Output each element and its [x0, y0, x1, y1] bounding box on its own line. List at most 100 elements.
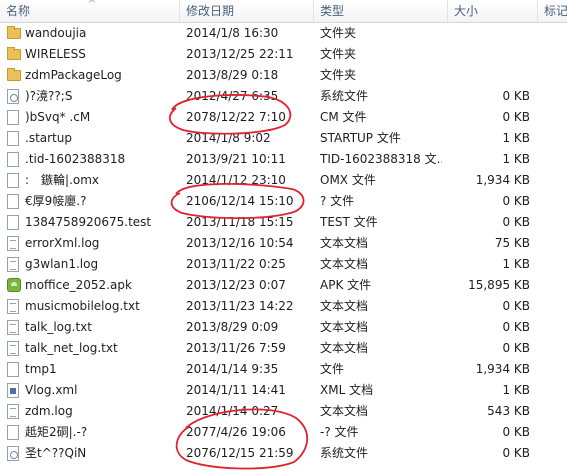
apk-icon — [7, 278, 21, 292]
file-icon-cell — [7, 422, 21, 443]
file-row[interactable]: )?滰??;S 2012/4/27 6:35 系统文件 0 KB — [0, 86, 567, 107]
column-header-size[interactable]: 大小 — [448, 0, 538, 22]
column-header-type[interactable]: 类型 — [314, 0, 448, 22]
file-row[interactable]: .tid-1602388318 2013/9/21 10:11 TID-160238… — [0, 149, 567, 170]
file-size: 0 KB — [502, 215, 530, 229]
file-name: moffice_2052.apk — [25, 278, 132, 292]
file-row[interactable]: €厚9帹廮.? 2106/12/14 15:10 ? 文件 0 KB — [0, 191, 567, 212]
file-size: 1,934 KB — [475, 362, 530, 376]
file-size: 0 KB — [502, 425, 530, 439]
document-icon — [7, 236, 19, 251]
file-date: 2076/12/15 21:59 — [186, 446, 294, 460]
file-icon — [7, 131, 19, 146]
file-icon-cell — [7, 107, 21, 128]
file-icon-cell — [7, 212, 21, 233]
column-header-name-label: 名称 — [6, 4, 31, 18]
file-row[interactable]: 1384758920675.test 2013/11/18 15:15 TEST 文… — [0, 212, 567, 233]
file-row[interactable]: tmp1 2014/1/14 9:35 文件 1,934 KB — [0, 359, 567, 380]
file-type: 文件夹 — [320, 26, 357, 40]
column-header-date-label: 修改日期 — [186, 4, 235, 18]
folder-icon — [7, 47, 21, 60]
file-row[interactable]: talk_net_log.txt 2013/11/26 7:59 文本文档 0 KB — [0, 338, 567, 359]
file-row[interactable]: 赿矩2硐|.-? 2077/4/26 19:06 -? 文件 0 KB — [0, 422, 567, 443]
file-date: 2077/4/26 19:06 — [186, 425, 286, 439]
file-size: 0 KB — [502, 299, 530, 313]
file-icon-cell — [7, 65, 21, 86]
file-row[interactable]: )bSvq* .cM 2078/12/22 7:10 CM 文件 0 KB — [0, 107, 567, 128]
file-icon-cell — [7, 86, 21, 107]
file-date: 2013/11/18 15:15 — [186, 215, 294, 229]
file-size: 1 KB — [502, 257, 530, 271]
file-icon — [7, 362, 19, 377]
file-icon-cell — [7, 191, 21, 212]
file-size: 1,934 KB — [475, 173, 530, 187]
file-name: musicmobilelog.txt — [25, 299, 140, 313]
file-type: STARTUP 文件 — [320, 131, 401, 145]
file-icon-cell — [7, 275, 21, 296]
file-date: 2106/12/14 15:10 — [186, 194, 294, 208]
document-icon — [7, 404, 19, 419]
file-row[interactable]: .startup 2014/1/8 9:02 STARTUP 文件 1 KB — [0, 128, 567, 149]
file-type: 文件 — [320, 362, 345, 376]
file-date: 2014/1/14 0:27 — [186, 404, 279, 418]
file-type: ? 文件 — [320, 194, 355, 208]
file-date: 2014/1/8 9:02 — [186, 131, 271, 145]
system-file-icon — [7, 89, 19, 104]
file-row[interactable]: WIRELESS 2013/12/25 22:11 文件夹 — [0, 44, 567, 65]
column-header-date[interactable]: 修改日期 — [180, 0, 314, 22]
file-icon-cell — [7, 170, 21, 191]
file-type: 系统文件 — [320, 446, 369, 460]
file-type: APK 文件 — [320, 278, 372, 292]
file-row[interactable]: g3wlan1.log 2013/11/22 0:25 文本文档 1 KB — [0, 254, 567, 275]
file-size: 543 KB — [487, 404, 530, 418]
file-name: errorXml.log — [25, 236, 100, 250]
file-name: tmp1 — [25, 362, 57, 376]
system-file-icon — [7, 446, 19, 461]
file-icon-cell — [7, 128, 21, 149]
file-size: 0 KB — [502, 341, 530, 355]
file-row[interactable]: zdm.log 2014/1/14 0:27 文本文档 543 KB — [0, 401, 567, 422]
document-icon — [7, 341, 19, 356]
file-row[interactable]: wandoujia 2014/1/8 16:30 文件夹 — [0, 23, 567, 44]
file-size: 75 KB — [494, 236, 530, 250]
file-date: 2014/1/14 9:35 — [186, 362, 279, 376]
file-date: 2013/8/29 0:09 — [186, 320, 279, 334]
file-row[interactable]: 圣t^??QiN 2076/12/15 21:59 系统文件 0 KB — [0, 443, 567, 464]
file-name: : 鏃輪|.omx — [25, 173, 100, 187]
column-header-tags[interactable]: 标记 — [538, 0, 567, 22]
file-row[interactable]: zdmPackageLog 2013/8/29 0:18 文件夹 — [0, 65, 567, 86]
file-icon-cell — [7, 338, 21, 359]
file-date: 2013/12/23 0:07 — [186, 278, 286, 292]
column-header-name[interactable]: 名称 ^ — [0, 0, 180, 22]
file-icon — [7, 215, 19, 230]
file-row[interactable]: Vlog.xml 2014/1/11 14:41 XML 文档 1 KB — [0, 380, 567, 401]
file-icon-cell — [7, 443, 21, 464]
file-icon — [7, 425, 19, 440]
file-size: 0 KB — [502, 110, 530, 124]
file-name: talk_log.txt — [25, 320, 92, 334]
file-date: 2078/12/22 7:10 — [186, 110, 286, 124]
file-row[interactable]: talk_log.txt 2013/8/29 0:09 文本文档 0 KB — [0, 317, 567, 338]
file-type: XML 文档 — [320, 383, 374, 397]
file-date: 2014/1/12 23:10 — [186, 173, 286, 187]
file-icon — [7, 173, 19, 188]
file-icon-cell — [7, 254, 21, 275]
file-date: 2013/11/26 7:59 — [186, 341, 286, 355]
file-icon — [7, 194, 19, 209]
file-size: 1 KB — [502, 131, 530, 145]
file-date: 2013/11/22 0:25 — [186, 257, 286, 271]
file-icon-cell — [7, 296, 21, 317]
file-type: 文件夹 — [320, 47, 357, 61]
file-date: 2012/4/27 6:35 — [186, 89, 279, 103]
file-type: CM 文件 — [320, 110, 367, 124]
file-row[interactable]: errorXml.log 2013/12/16 10:54 文本文档 75 KB — [0, 233, 567, 254]
file-name: g3wlan1.log — [25, 257, 99, 271]
folder-icon — [7, 68, 21, 81]
file-row[interactable]: musicmobilelog.txt 2013/11/23 14:22 文本文档 0 … — [0, 296, 567, 317]
file-row[interactable]: moffice_2052.apk 2013/12/23 0:07 APK 文件 15,… — [0, 275, 567, 296]
file-type: -? 文件 — [320, 425, 359, 439]
file-name: )?滰??;S — [25, 89, 73, 103]
file-name: .tid-1602388318 — [25, 152, 126, 166]
file-date: 2013/12/16 10:54 — [186, 236, 294, 250]
file-row[interactable]: : 鏃輪|.omx 2014/1/12 23:10 OMX 文件 1,934 KB — [0, 170, 567, 191]
